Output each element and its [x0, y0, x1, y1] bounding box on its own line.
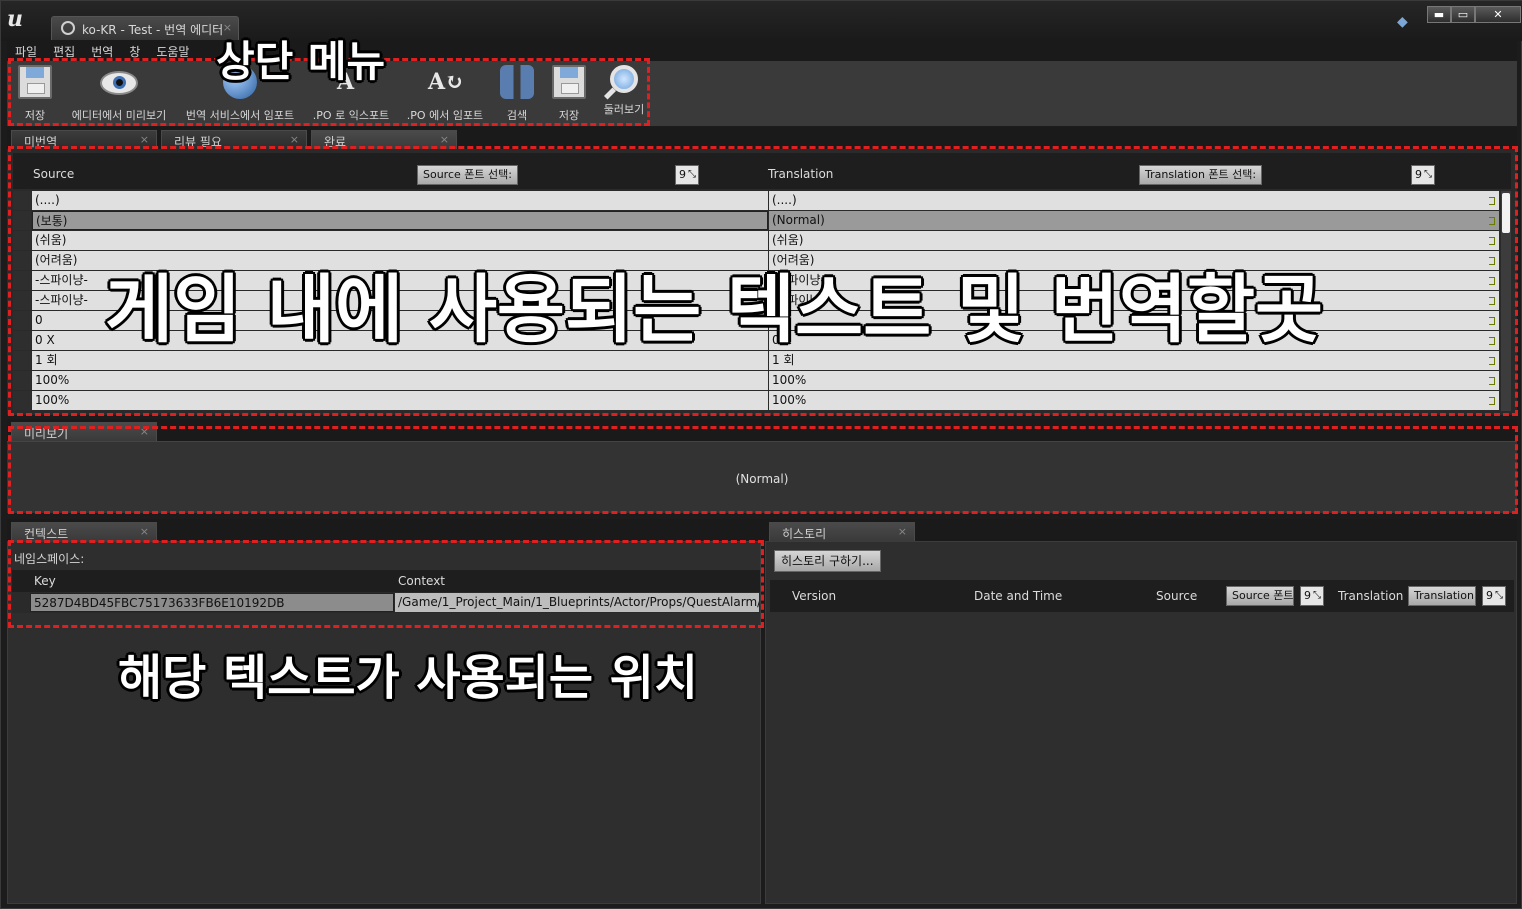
- annotation-context-note: 해당 텍스트가 사용되는 위치: [118, 650, 699, 706]
- annotation-box-context: [8, 540, 764, 628]
- asset-circle-icon: [61, 21, 75, 35]
- bottom-tab-row: 컨텍스트 × 히스토리 ×: [7, 519, 1517, 541]
- maximize-button[interactable]: ▭: [1451, 6, 1475, 23]
- history-translation-font-button[interactable]: Translation: [1408, 586, 1476, 606]
- annotation-box-preview: [8, 426, 1518, 514]
- history-table-header: Version Date and Time Source Source 폰트 9…: [770, 580, 1514, 612]
- menu-file[interactable]: 파일: [7, 43, 45, 60]
- history-translation-font-size[interactable]: 9: [1482, 586, 1506, 606]
- minimize-button[interactable]: ▬: [1427, 6, 1451, 23]
- menu-help[interactable]: 도움말: [148, 43, 197, 60]
- tab-history-label: 히스토리: [782, 527, 827, 541]
- close-window-button[interactable]: ✕: [1475, 6, 1521, 23]
- get-history-button[interactable]: 히스토리 구하기...: [774, 550, 881, 572]
- unreal-logo-icon[interactable]: u: [7, 7, 31, 31]
- tab-context[interactable]: 컨텍스트 ×: [11, 522, 157, 541]
- close-tab-icon[interactable]: ×: [290, 133, 299, 146]
- menu-edit[interactable]: 편집: [45, 43, 83, 60]
- close-tab-icon[interactable]: ×: [140, 133, 149, 146]
- close-tab-icon[interactable]: ×: [440, 133, 449, 146]
- menu-translate[interactable]: 번역: [83, 43, 121, 60]
- close-tab-icon[interactable]: ×: [140, 525, 149, 538]
- close-tab-icon[interactable]: ×: [898, 525, 907, 538]
- menu-window[interactable]: 창: [121, 43, 148, 60]
- history-source-header[interactable]: Source: [1156, 589, 1197, 603]
- history-source-font-size[interactable]: 9: [1300, 586, 1324, 606]
- annotation-top-menu: 상단 메뉴: [216, 37, 386, 86]
- history-source-font-button[interactable]: Source 폰트: [1226, 586, 1294, 606]
- annotation-grid-note: 게임 내에 사용되는 텍스트 및 번역할곳: [105, 267, 1324, 353]
- version-column-header[interactable]: Version: [792, 589, 836, 603]
- document-tab[interactable]: ko-KR - Test - 번역 에디터 ×: [51, 16, 239, 40]
- history-panel: 히스토리 구하기... Version Date and Time Source…: [765, 541, 1517, 904]
- history-translation-header[interactable]: Translation: [1338, 589, 1403, 603]
- tab-history[interactable]: 히스토리 ×: [769, 522, 915, 541]
- document-tab-label: ko-KR - Test - 번역 에디터: [82, 23, 224, 37]
- window-controls: ▬ ▭ ✕: [1427, 6, 1521, 24]
- help-cap-icon[interactable]: ◆: [1397, 14, 1413, 30]
- date-column-header[interactable]: Date and Time: [974, 589, 1062, 603]
